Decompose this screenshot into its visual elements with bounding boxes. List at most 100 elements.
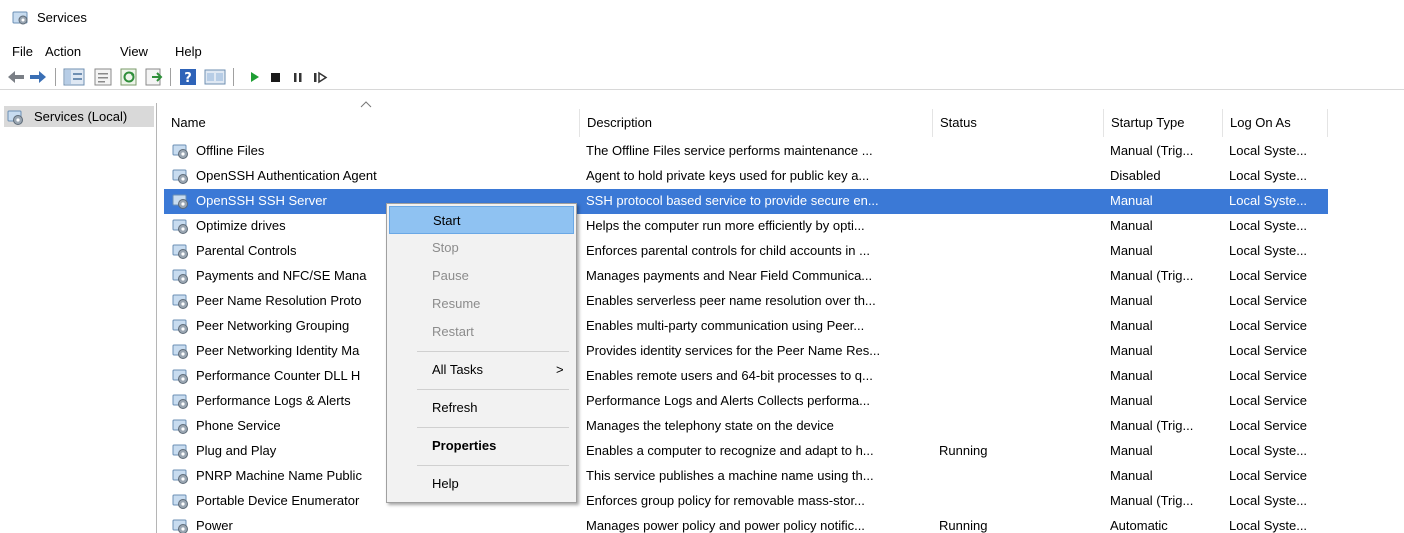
restart-service-icon[interactable]	[312, 68, 328, 86]
service-gear-icon	[172, 144, 188, 159]
context-menu-refresh[interactable]: Refresh	[389, 394, 574, 422]
pause-service-icon[interactable]	[291, 68, 305, 86]
service-log-on-as: Local Service	[1229, 368, 1308, 383]
service-log-on-as: Local Service	[1229, 318, 1308, 333]
service-log-on-as: Local Service	[1229, 418, 1308, 433]
help-icon[interactable]: ?	[178, 68, 198, 86]
service-name: OpenSSH Authentication Agent	[196, 168, 377, 183]
console-tree-pane: Services (Local)	[0, 103, 157, 533]
service-name: Offline Files	[196, 143, 265, 158]
table-row[interactable]: Payments and NFC/SE Mana Manages payment…	[164, 264, 1328, 289]
table-row[interactable]: Power Manages power policy and power pol…	[164, 514, 1328, 533]
context-menu-separator	[417, 389, 569, 390]
service-log-on-as: Local Syste...	[1229, 518, 1308, 533]
context-menu-start[interactable]: Start	[389, 206, 574, 234]
context-menu-label: Refresh	[432, 400, 478, 415]
toolbar: ?	[0, 65, 1404, 90]
context-menu-help[interactable]: Help	[389, 470, 574, 498]
sort-ascending-icon	[360, 101, 372, 108]
table-row[interactable]: Peer Networking Identity Ma Provides ide…	[164, 339, 1328, 364]
column-header-description[interactable]: Description	[580, 109, 933, 137]
context-menu-all-tasks[interactable]: All Tasks >	[389, 356, 574, 384]
service-gear-icon	[172, 169, 188, 184]
table-row[interactable]: Parental Controls Enforces parental cont…	[164, 239, 1328, 264]
context-menu-resume: Resume	[389, 290, 574, 318]
column-header-status[interactable]: Status	[933, 109, 1104, 137]
service-description: Enables remote users and 64-bit processe…	[586, 368, 873, 383]
window-title: Services	[37, 10, 87, 25]
menu-help[interactable]: Help	[175, 44, 202, 59]
context-menu-properties[interactable]: Properties	[389, 432, 574, 460]
context-menu-label: Resume	[432, 296, 481, 311]
table-row[interactable]: PNRP Machine Name Public This service pu…	[164, 464, 1328, 489]
service-gear-icon	[172, 419, 188, 434]
service-startup-type: Manual	[1110, 368, 1153, 383]
table-row[interactable]: Portable Device Enumerator Enforces grou…	[164, 489, 1328, 514]
service-description: Agent to hold private keys used for publ…	[586, 168, 870, 183]
start-service-icon[interactable]	[248, 68, 262, 86]
service-startup-type: Manual	[1110, 343, 1153, 358]
submenu-arrow-icon: >	[556, 362, 564, 377]
service-gear-icon	[172, 319, 188, 334]
table-row[interactable]: Plug and Play Enables a computer to reco…	[164, 439, 1328, 464]
context-menu-separator	[417, 351, 569, 352]
services-list-pane: Name Description Status Startup Type Log…	[164, 101, 1404, 533]
service-gear-icon	[172, 269, 188, 284]
menu-file[interactable]: File	[12, 44, 33, 59]
table-row[interactable]: Optimize drives Helps the computer run m…	[164, 214, 1328, 239]
toolbar-separator	[170, 68, 171, 86]
context-menu-label: Stop	[432, 240, 459, 255]
service-log-on-as: Local Service	[1229, 293, 1308, 308]
service-name: Power	[196, 518, 233, 533]
menu-view[interactable]: View	[120, 44, 148, 59]
service-gear-icon	[172, 344, 188, 359]
properties-icon[interactable]	[93, 68, 113, 86]
service-gear-icon	[172, 294, 188, 309]
table-row[interactable]: Peer Networking Grouping Enables multi-p…	[164, 314, 1328, 339]
service-description: Provides identity services for the Peer …	[586, 343, 881, 358]
tree-item-label: Services (Local)	[34, 109, 128, 124]
service-description: This service publishes a machine name us…	[586, 468, 874, 483]
tree-item-services-local[interactable]: Services (Local)	[4, 106, 154, 127]
service-gear-icon	[172, 444, 188, 459]
service-gear-icon	[172, 244, 188, 259]
back-icon[interactable]	[6, 68, 26, 86]
context-menu-restart: Restart	[389, 318, 574, 346]
service-description: Performance Logs and Alerts Collects per…	[586, 393, 870, 408]
forward-icon[interactable]	[28, 68, 48, 86]
table-row-selected[interactable]: OpenSSH SSH Server SSH protocol based se…	[164, 189, 1328, 214]
console-tree-icon[interactable]	[63, 68, 85, 86]
context-menu: Start Stop Pause Resume Restart All Task…	[386, 203, 577, 503]
service-log-on-as: Local Syste...	[1229, 143, 1308, 158]
table-row[interactable]: Offline Files The Offline Files service …	[164, 139, 1328, 164]
column-header-startup-type[interactable]: Startup Type	[1104, 109, 1223, 137]
table-row[interactable]: Peer Name Resolution Proto Enables serve…	[164, 289, 1328, 314]
table-row[interactable]: Phone Service Manages the telephony stat…	[164, 414, 1328, 439]
service-startup-type: Automatic	[1110, 518, 1168, 533]
context-menu-pause: Pause	[389, 262, 574, 290]
service-description: Enables multi-party communication using …	[586, 318, 865, 333]
table-row[interactable]: Performance Counter DLL H Enables remote…	[164, 364, 1328, 389]
table-row[interactable]: OpenSSH Authentication Agent Agent to ho…	[164, 164, 1328, 189]
toolbar-separator	[55, 68, 56, 86]
service-startup-type: Manual	[1110, 293, 1153, 308]
context-menu-separator	[417, 465, 569, 466]
export-list-icon[interactable]	[144, 68, 164, 86]
service-description: Enables a computer to recognize and adap…	[586, 443, 874, 458]
column-header-name[interactable]: Name	[164, 109, 580, 137]
show-hide-icon[interactable]	[204, 68, 226, 86]
table-row[interactable]: Performance Logs & Alerts Performance Lo…	[164, 389, 1328, 414]
table-header: Name Description Status Startup Type Log…	[164, 101, 1404, 139]
column-header-log-on-as[interactable]: Log On As	[1223, 109, 1328, 137]
service-log-on-as: Local Service	[1229, 468, 1308, 483]
context-menu-stop: Stop	[389, 234, 574, 262]
toolbar-separator	[233, 68, 234, 86]
menu-action[interactable]: Action	[45, 44, 81, 59]
service-gear-icon	[172, 494, 188, 509]
service-description: Enables serverless peer name resolution …	[586, 293, 876, 308]
stop-service-icon[interactable]	[269, 68, 283, 86]
services-gear-icon	[12, 11, 28, 25]
service-gear-icon	[172, 219, 188, 234]
refresh-icon[interactable]	[119, 68, 139, 86]
context-menu-separator	[417, 427, 569, 428]
